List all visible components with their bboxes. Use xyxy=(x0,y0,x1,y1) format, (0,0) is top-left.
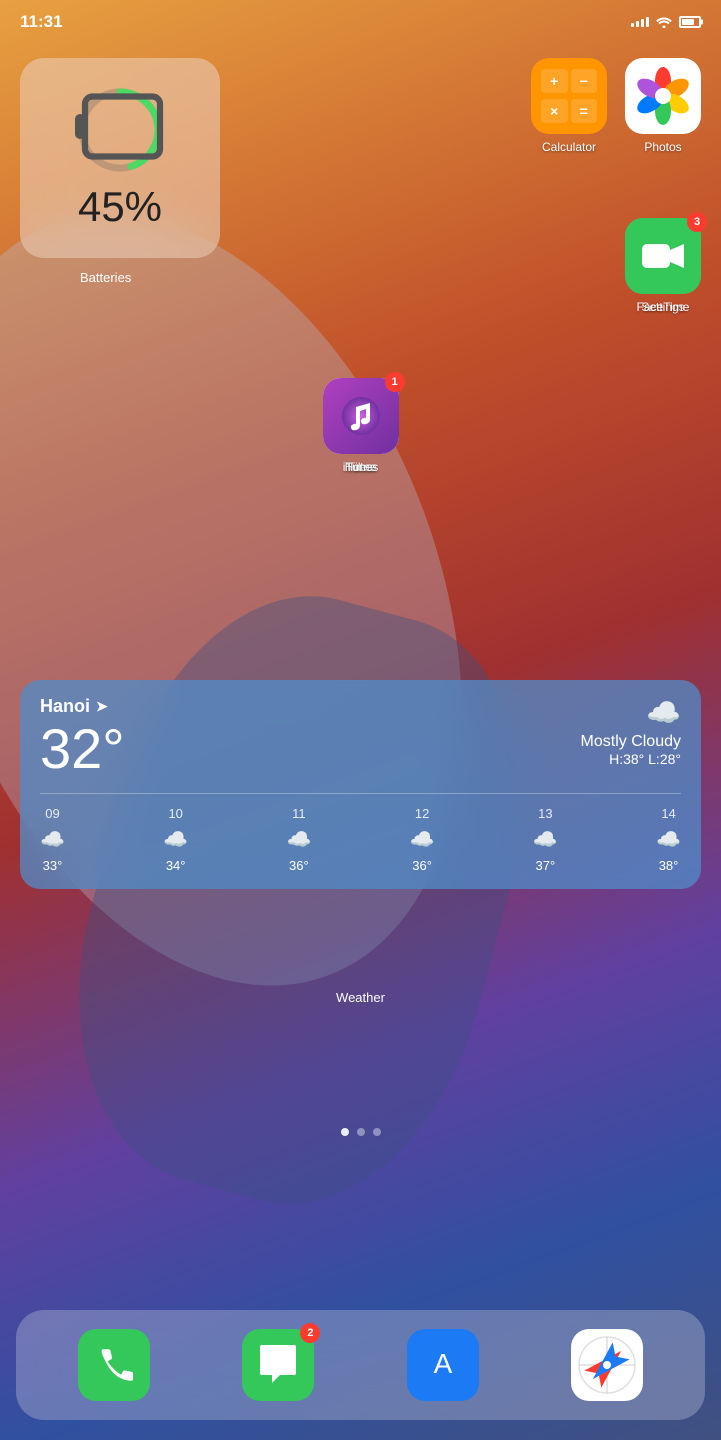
forecast-item: 10 ☁️ 34° xyxy=(163,806,188,873)
status-bar: 11:31 xyxy=(0,0,721,44)
page-dots xyxy=(0,1128,721,1136)
calc-plus: + xyxy=(550,73,558,89)
dock-safari[interactable] xyxy=(571,1329,643,1401)
forecast-item: 12 ☁️ 36° xyxy=(410,806,435,873)
battery-fill xyxy=(682,19,694,25)
messages-app-icon[interactable]: 2 xyxy=(242,1329,314,1401)
forecast-item: 11 ☁️ 36° xyxy=(286,806,311,873)
batteries-label: Batteries xyxy=(80,270,131,285)
calc-equals: = xyxy=(580,103,588,119)
page-dot-1 xyxy=(341,1128,349,1136)
weather-condition: Mostly Cloudy xyxy=(581,733,681,751)
location-arrow-icon: ➤ xyxy=(96,698,108,715)
dock: 2 A xyxy=(16,1310,705,1420)
messages-badge: 2 xyxy=(300,1323,320,1343)
battery-icon xyxy=(679,16,701,28)
app-facetime-wrapper[interactable]: FaceTime xyxy=(625,218,701,314)
battery-percent: 45% xyxy=(78,183,162,231)
weather-widget-label: Weather xyxy=(0,990,721,1005)
itunes-label: iTunes xyxy=(343,460,379,474)
safari-app-icon[interactable] xyxy=(571,1329,643,1401)
phone-app-icon[interactable] xyxy=(78,1329,150,1401)
dock-appstore[interactable]: A xyxy=(407,1329,479,1401)
status-icons xyxy=(631,14,701,31)
calc-times: × xyxy=(550,103,558,119)
batteries-widget[interactable]: 45% xyxy=(20,58,220,258)
weather-temperature: 32° xyxy=(40,721,125,777)
calculator-app-icon[interactable]: + − × = xyxy=(531,58,607,134)
weather-right: ☁️ Mostly Cloudy H:38° L:28° xyxy=(581,696,681,767)
facetime-label: FaceTime xyxy=(637,300,690,314)
row2-icons: 3 Settings FaceTime xyxy=(625,218,701,314)
appstore-app-icon[interactable]: A xyxy=(407,1329,479,1401)
wifi-icon xyxy=(655,14,673,31)
app-itunes-wrapper[interactable]: 1 iTunes xyxy=(323,378,399,474)
dock-phone[interactable] xyxy=(78,1329,150,1401)
calc-minus: − xyxy=(580,73,588,89)
page-dot-2 xyxy=(357,1128,365,1136)
weather-cloud-icon: ☁️ xyxy=(646,696,681,729)
svg-text:A: A xyxy=(433,1348,452,1379)
forecast-item: 09 ☁️ 33° xyxy=(40,806,65,873)
weather-city: Hanoi ➤ xyxy=(40,696,125,717)
weather-top: Hanoi ➤ 32° ☁️ Mostly Cloudy H:38° L:28° xyxy=(40,696,681,777)
status-time: 11:31 xyxy=(20,12,63,32)
home-screen: 11:31 xyxy=(0,0,721,1440)
signal-bars-icon xyxy=(631,17,649,27)
photos-petals xyxy=(625,58,701,134)
app-calculator-wrapper[interactable]: + − × = Calculator xyxy=(531,58,607,154)
weather-desc: Mostly Cloudy H:38° L:28° xyxy=(581,733,681,767)
app-photos-wrapper[interactable]: Photos xyxy=(625,58,701,154)
settings-badge: 3 xyxy=(687,212,707,232)
photos-app-icon[interactable] xyxy=(625,58,701,134)
itunes-app-icon[interactable]: 1 xyxy=(323,378,399,454)
weather-high-low: H:38° L:28° xyxy=(581,751,681,767)
battery-ring xyxy=(75,85,165,175)
weather-forecast: 09 ☁️ 33° 10 ☁️ 34° 11 ☁️ 36° 12 ☁️ 36° … xyxy=(40,793,681,873)
dock-messages[interactable]: 2 xyxy=(242,1329,314,1401)
photos-label: Photos xyxy=(644,140,681,154)
weather-left: Hanoi ➤ 32° xyxy=(40,696,125,777)
battery-ring-icon xyxy=(75,82,165,179)
calculator-label: Calculator xyxy=(542,140,596,154)
row1-icons: + − × = Calculator xyxy=(531,58,701,154)
weather-widget[interactable]: Hanoi ➤ 32° ☁️ Mostly Cloudy H:38° L:28°… xyxy=(20,680,701,889)
itunes-badge: 1 xyxy=(385,372,405,392)
forecast-item: 14 ☁️ 38° xyxy=(656,806,681,873)
forecast-item: 13 ☁️ 37° xyxy=(533,806,558,873)
page-dot-3 xyxy=(373,1128,381,1136)
